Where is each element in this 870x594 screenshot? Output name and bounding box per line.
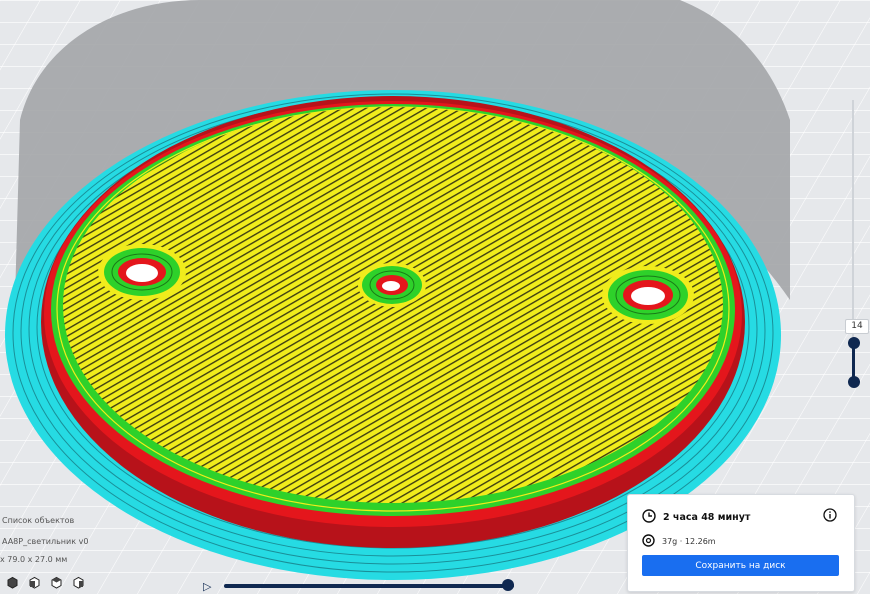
hole-left: [98, 244, 186, 300]
object-list-title[interactable]: Список объектов: [2, 516, 74, 525]
print-material-row: 37g · 12.26m: [642, 532, 716, 551]
simulation-slider-handle[interactable]: [502, 579, 514, 591]
play-icon[interactable]: ▷: [203, 580, 211, 593]
view-orientation-toolbar: [5, 575, 85, 589]
hole-center: [358, 263, 426, 307]
top-view-icon[interactable]: [49, 575, 63, 589]
print-info-panel: 2 часа 48 минут 37g · 12.26m Сохранить н…: [627, 494, 855, 592]
spool-icon: [642, 532, 655, 551]
info-icon[interactable]: [823, 508, 837, 522]
front-view-icon[interactable]: [27, 575, 41, 589]
3d-view-icon[interactable]: [5, 575, 19, 589]
current-layer-field[interactable]: 14: [845, 319, 869, 334]
side-view-icon[interactable]: [71, 575, 85, 589]
clock-icon: [642, 508, 656, 527]
print-time-row: 2 часа 48 минут: [642, 508, 750, 527]
print-time: 2 часа 48 минут: [663, 512, 751, 523]
object-dimensions: x 79.0 x 27.0 мм: [0, 555, 68, 564]
layer-slider-bottom-handle[interactable]: [848, 376, 860, 388]
hole-right: [602, 266, 694, 324]
simulation-slider-track[interactable]: [224, 584, 514, 588]
layer-slider-top-handle[interactable]: [848, 337, 860, 349]
material-usage: 37g · 12.26m: [662, 537, 716, 546]
object-name[interactable]: AA8P_светильник v0: [2, 537, 88, 546]
save-to-disk-button[interactable]: Сохранить на диск: [642, 555, 839, 576]
